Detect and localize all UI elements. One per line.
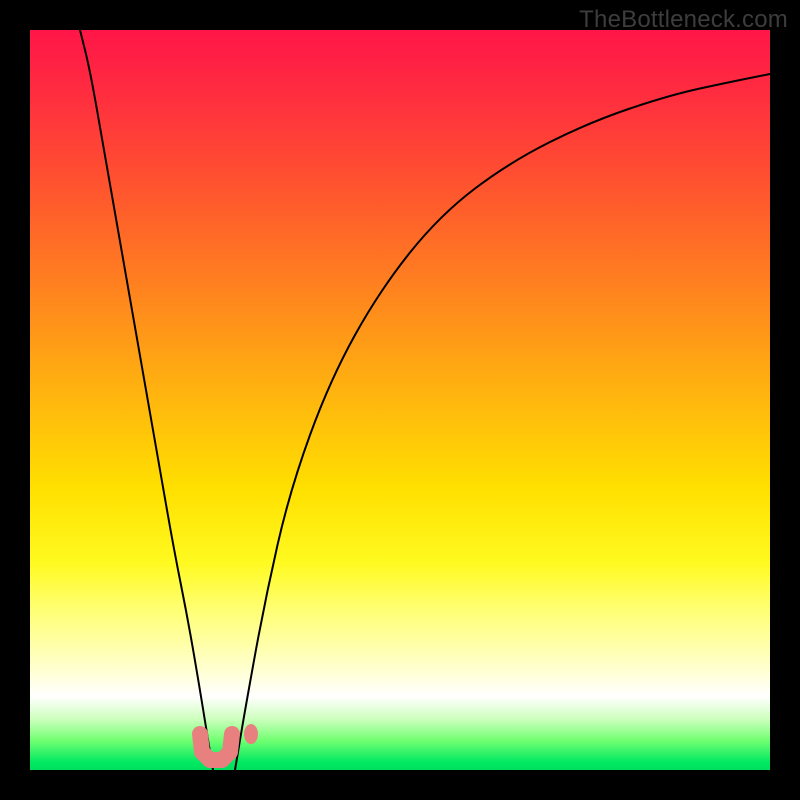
chart-plot-area (30, 30, 770, 770)
u-marker-shape (200, 734, 232, 760)
right-curve-line (235, 74, 770, 770)
dot-marker-shape (244, 724, 258, 744)
chart-svg (30, 30, 770, 770)
left-curve-line (80, 30, 213, 770)
